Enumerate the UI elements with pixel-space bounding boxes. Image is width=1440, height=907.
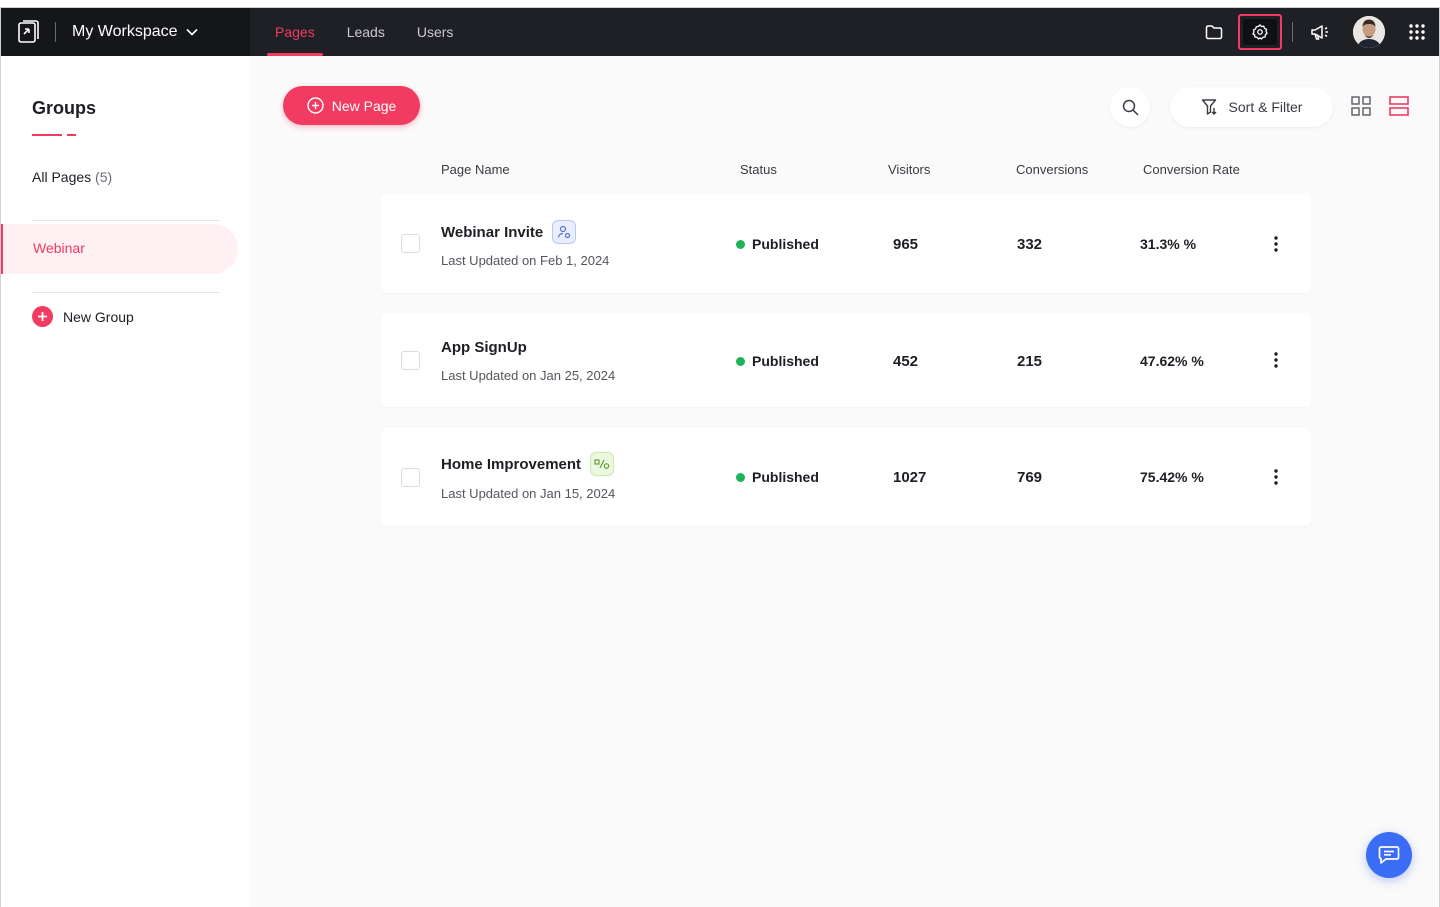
sidebar-item-all-pages[interactable]: All Pages (5) <box>32 169 112 185</box>
tab-pages[interactable]: Pages <box>259 8 331 56</box>
page-name-label: Webinar Invite <box>441 223 544 241</box>
chat-icon <box>1378 846 1400 864</box>
page-name[interactable]: App SignUp <box>441 339 527 356</box>
workspace-area: My Workspace <box>1 8 250 56</box>
conversions-value: 332 <box>1017 236 1043 253</box>
page-name-label: App SignUp <box>441 339 527 356</box>
column-header-visitors: Visitors <box>888 162 931 177</box>
app-window: My Workspace Pages Leads Users Groups Al… <box>0 7 1440 907</box>
app-logo-icon[interactable] <box>17 20 41 44</box>
status-badge: Published <box>736 469 819 485</box>
plus-circle-icon <box>307 97 324 114</box>
apps-grid-icon[interactable] <box>1399 14 1435 50</box>
search-icon <box>1122 99 1139 116</box>
new-group-label: New Group <box>63 308 134 325</box>
divider <box>1292 22 1293 42</box>
tab-leads[interactable]: Leads <box>331 8 401 56</box>
chevron-down-icon <box>185 28 198 36</box>
page-name[interactable]: Webinar Invite <box>441 220 577 244</box>
table-row[interactable]: App SignUp Last Updated on Jan 25, 2024 … <box>381 313 1311 407</box>
visitors-value: 452 <box>893 353 919 370</box>
status-dot <box>736 239 745 249</box>
column-header-conversions: Conversions <box>1016 162 1089 177</box>
visitors-value: 1027 <box>893 469 927 486</box>
new-group-button[interactable]: New Group <box>32 306 134 327</box>
page-updated: Last Updated on Feb 1, 2024 <box>441 253 610 268</box>
folder-icon[interactable] <box>1196 14 1232 50</box>
sidebar-item-webinar[interactable]: Webinar <box>1 224 238 274</box>
settings-button[interactable] <box>1238 14 1282 50</box>
conversion-rate-value: 31.3% % <box>1140 236 1197 252</box>
new-page-label: New Page <box>331 97 397 114</box>
filter-icon <box>1201 99 1217 115</box>
sort-filter-label: Sort & Filter <box>1228 99 1303 115</box>
column-header-page-name: Page Name <box>441 162 510 177</box>
page-name[interactable]: Home Improvement <box>441 452 615 476</box>
visitors-value: 965 <box>893 236 919 253</box>
page-name-label: Home Improvement <box>441 455 582 473</box>
row-checkbox[interactable] <box>401 234 420 253</box>
workspace-selector[interactable]: My Workspace <box>72 23 198 41</box>
sidebar-item-label: Webinar <box>33 240 85 256</box>
search-button[interactable] <box>1110 87 1150 127</box>
top-bar-actions <box>1196 8 1439 56</box>
column-header-conversion-rate: Conversion Rate <box>1143 162 1240 177</box>
avatar[interactable] <box>1353 16 1385 48</box>
top-bar: My Workspace Pages Leads Users <box>1 8 1439 56</box>
gear-icon <box>1243 19 1277 45</box>
tab-users[interactable]: Users <box>401 8 470 56</box>
more-vertical-icon[interactable] <box>1266 465 1286 489</box>
conversion-rate-value: 47.62% % <box>1140 353 1204 369</box>
status-badge: Published <box>736 353 819 369</box>
main-content: New Page Sort & Filter Page Name Status … <box>250 56 1439 907</box>
groups-title: Groups <box>32 98 97 118</box>
status-label: Published <box>752 353 819 369</box>
table-row[interactable]: Home Improvement Last Updated on Jan 15,… <box>381 428 1311 526</box>
status-label: Published <box>752 236 819 252</box>
status-dot <box>736 356 745 366</box>
plus-icon <box>32 306 53 327</box>
divider <box>32 292 219 293</box>
grid-view-icon[interactable] <box>1351 96 1373 118</box>
conversions-value: 769 <box>1017 469 1043 486</box>
main-tabs: Pages Leads Users <box>259 8 469 56</box>
all-pages-count: (5) <box>95 169 113 185</box>
page-updated: Last Updated on Jan 25, 2024 <box>441 368 616 383</box>
row-checkbox[interactable] <box>401 351 420 370</box>
new-page-button[interactable]: New Page <box>283 86 420 125</box>
status-label: Published <box>752 469 819 485</box>
status-dot <box>736 472 745 482</box>
page-updated: Last Updated on Jan 15, 2024 <box>441 486 616 501</box>
user-icon <box>552 220 577 244</box>
more-vertical-icon[interactable] <box>1266 232 1286 256</box>
list-view-icon[interactable] <box>1389 96 1411 118</box>
announcement-icon[interactable] <box>1303 14 1339 50</box>
column-header-status: Status <box>740 162 777 177</box>
table-row[interactable]: Webinar Invite Last Updated on Feb 1, 20… <box>381 194 1311 293</box>
ab-test-icon <box>590 452 615 476</box>
workspace-label: My Workspace <box>72 23 178 40</box>
groups-sidebar: Groups All Pages (5) Webinar New Group <box>1 56 250 907</box>
more-vertical-icon[interactable] <box>1266 348 1286 372</box>
status-badge: Published <box>736 236 819 252</box>
conversions-value: 215 <box>1017 353 1043 370</box>
all-pages-label: All Pages <box>32 169 92 185</box>
row-checkbox[interactable] <box>401 468 420 487</box>
groups-underline <box>32 134 76 136</box>
chat-button[interactable] <box>1366 832 1412 878</box>
divider <box>55 22 56 42</box>
conversion-rate-value: 75.42% % <box>1140 469 1204 485</box>
sort-filter-button[interactable]: Sort & Filter <box>1170 87 1333 127</box>
divider <box>32 220 219 221</box>
